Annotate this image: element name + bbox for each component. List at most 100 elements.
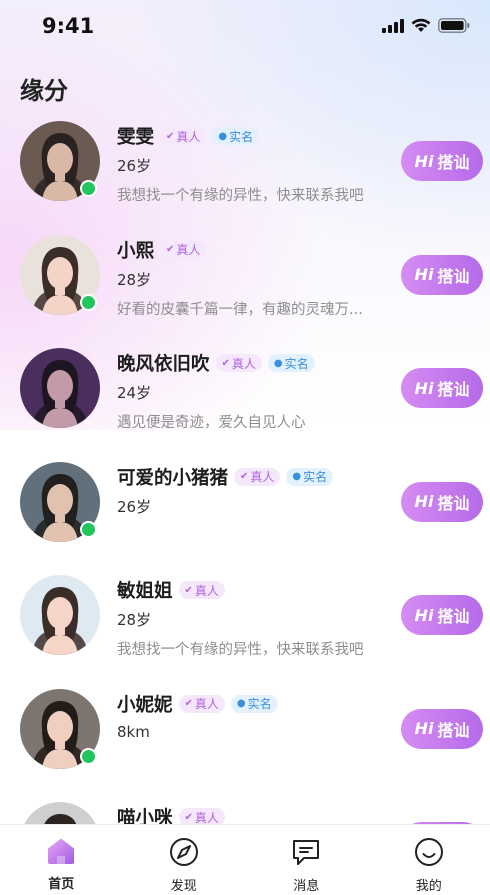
tab-home[interactable]: 首页	[0, 825, 123, 895]
badge-label: 真人	[176, 129, 201, 144]
person-icon: ●	[273, 357, 283, 369]
real-person-badge: ✔ 真人	[178, 581, 225, 599]
online-status-dot	[80, 520, 97, 538]
compass-icon	[169, 837, 199, 871]
greet-label: 搭讪	[437, 266, 470, 286]
badge-label: 实名	[229, 129, 254, 144]
real-name-badge: ● 实名	[267, 354, 315, 372]
name-line: 晚风依旧吹 ✔ 真人 ● 实名	[117, 350, 390, 376]
name-line: 小熙 ✔ 真人	[117, 237, 390, 263]
user-bio: 遇见便是奇迹，爱久自见人心	[117, 415, 306, 431]
greet-button[interactable]: Hi搭讪	[401, 254, 483, 295]
user-meta: 28岁	[117, 611, 152, 629]
user-info: 晚风依旧吹 ✔ 真人 ● 实名 24岁遇见便是奇迹，爱久自见人心	[117, 350, 390, 432]
user-meta: 26岁	[117, 497, 152, 516]
wifi-icon	[411, 18, 431, 32]
real-person-badge: ✔ 真人	[160, 127, 207, 145]
real-person-badge: ✔ 真人	[234, 467, 281, 486]
greet-button[interactable]: Hi搭讪	[401, 368, 483, 408]
badge-label: 实名	[303, 470, 328, 484]
greet-hi-label: Hi	[414, 492, 434, 511]
greet-hi-label: Hi	[414, 151, 434, 171]
person-icon: ●	[236, 698, 246, 709]
signal-icon	[382, 18, 404, 33]
greet-button[interactable]: Hi搭讪	[401, 481, 483, 522]
user-info: 小妮妮 ✔ 真人 ● 实名 8km	[117, 691, 390, 743]
online-status-dot	[80, 747, 97, 765]
user-list: 雯雯 ✔ 真人 ● 实名 26岁 我想找一个有缘的异性，快来联系我吧 Hi 搭讪 小熙 ✔ 真人 28…	[0, 113, 490, 895]
greet-button[interactable]: Hi搭讪	[401, 708, 483, 749]
greet-label: 搭讪	[437, 493, 470, 513]
badge-label: 真人	[194, 810, 219, 825]
real-person-badge: ✔ 真人	[215, 354, 262, 372]
user-card[interactable]: 可爱的小猪猪 ✔ 真人 ● 实名 26岁 Hi 搭讪	[0, 454, 490, 568]
avatar[interactable]	[20, 575, 100, 655]
user-card[interactable]: 雯雯 ✔ 真人 ● 实名 26岁 我想找一个有缘的异性，快来联系我吧 Hi 搭讪	[0, 113, 490, 227]
user-bio: 好看的皮囊千篇一律，有趣的灵魂万...	[117, 301, 363, 318]
user-name: 小熙	[117, 240, 155, 262]
verified-check-icon: ✔	[184, 811, 193, 823]
user-name: 可爱的小猪猪	[117, 467, 229, 489]
name-line: 雯雯 ✔ 真人 ● 实名	[117, 123, 390, 149]
user-name: 敏姐姐	[117, 581, 173, 602]
tab-label: 消息	[293, 879, 320, 894]
greet-label: 搭讪	[437, 607, 470, 626]
status-bar: 9:41	[0, 0, 490, 56]
page-title: 缘分	[20, 77, 68, 105]
user-name: 晚风依旧吹	[117, 354, 210, 375]
user-meta: 24岁	[117, 384, 152, 402]
user-meta: 26岁	[117, 157, 152, 175]
tab-label: 首页	[48, 877, 75, 892]
user-card[interactable]: 晚风依旧吹 ✔ 真人 ● 实名 24岁遇见便是奇迹，爱久自见人心 Hi 搭讪	[0, 340, 490, 454]
real-person-badge: ✔ 真人	[178, 694, 225, 713]
greet-hi-label: Hi	[414, 605, 434, 625]
user-bio: 我想找一个有缘的异性，快来联系我吧	[117, 642, 364, 658]
badge-label: 实名	[247, 697, 272, 711]
greet-button[interactable]: Hi搭讪	[401, 595, 483, 635]
avatar[interactable]	[20, 348, 100, 428]
real-name-badge: ● 实名	[230, 694, 278, 713]
tab-bar: 首页 发现 消息 我的	[0, 824, 490, 895]
home-icon	[46, 837, 76, 869]
name-line: 可爱的小猪猪 ✔ 真人 ● 实名	[117, 464, 390, 490]
user-card[interactable]: 小妮妮 ✔ 真人 ● 实名 8km Hi 搭讪	[0, 681, 490, 795]
tab-label: 我的	[415, 879, 442, 894]
user-name: 小妮妮	[117, 694, 173, 716]
user-info: 敏姐姐 ✔ 真人 28岁我想找一个有缘的异性，快来联系我吧	[117, 577, 390, 659]
badge-label: 实名	[284, 356, 309, 371]
user-meta: 28岁	[117, 270, 152, 289]
status-time: 9:41	[42, 14, 95, 38]
badge-label: 真人	[194, 697, 219, 711]
verified-check-icon: ✔	[166, 130, 175, 142]
verified-check-icon: ✔	[184, 584, 193, 596]
online-status-dot	[80, 293, 97, 311]
greet-label: 搭讪	[437, 380, 470, 399]
greet-hi-label: Hi	[414, 265, 434, 284]
tab-compass[interactable]: 发现	[123, 825, 246, 895]
smile-icon	[414, 837, 444, 871]
tab-message[interactable]: 消息	[245, 825, 368, 895]
greet-button[interactable]: Hi搭讪	[401, 141, 483, 181]
user-info: 可爱的小猪猪 ✔ 真人 ● 实名 26岁	[117, 464, 390, 516]
verified-check-icon: ✔	[166, 244, 175, 255]
message-icon	[291, 837, 321, 871]
greet-hi-label: Hi	[414, 719, 434, 738]
verified-check-icon: ✔	[184, 698, 193, 709]
battery-icon	[438, 18, 470, 33]
user-meta: 8km	[117, 722, 150, 741]
user-card[interactable]: 敏姐姐 ✔ 真人 28岁我想找一个有缘的异性，快来联系我吧 Hi 搭讪	[0, 567, 490, 681]
real-person-badge: ✔ 真人	[160, 240, 207, 259]
status-icons	[382, 18, 470, 33]
real-name-badge: ● 实名	[286, 467, 334, 486]
online-status-dot	[80, 180, 97, 197]
user-name: 雯雯	[117, 127, 155, 148]
badge-label: 真人	[250, 470, 275, 484]
tab-label: 发现	[170, 879, 197, 894]
verified-check-icon: ✔	[240, 471, 249, 482]
user-card[interactable]: 小熙 ✔ 真人 28岁好看的皮囊千篇一律，有趣的灵魂万... Hi 搭讪	[0, 227, 490, 341]
badge-label: 真人	[176, 243, 201, 257]
badge-label: 真人	[231, 356, 256, 371]
tab-smile[interactable]: 我的	[368, 825, 490, 895]
user-info: 雯雯 ✔ 真人 ● 实名 26岁 我想找一个有缘的异性，快来联系我吧	[117, 123, 390, 205]
person-icon: ●	[218, 130, 228, 142]
